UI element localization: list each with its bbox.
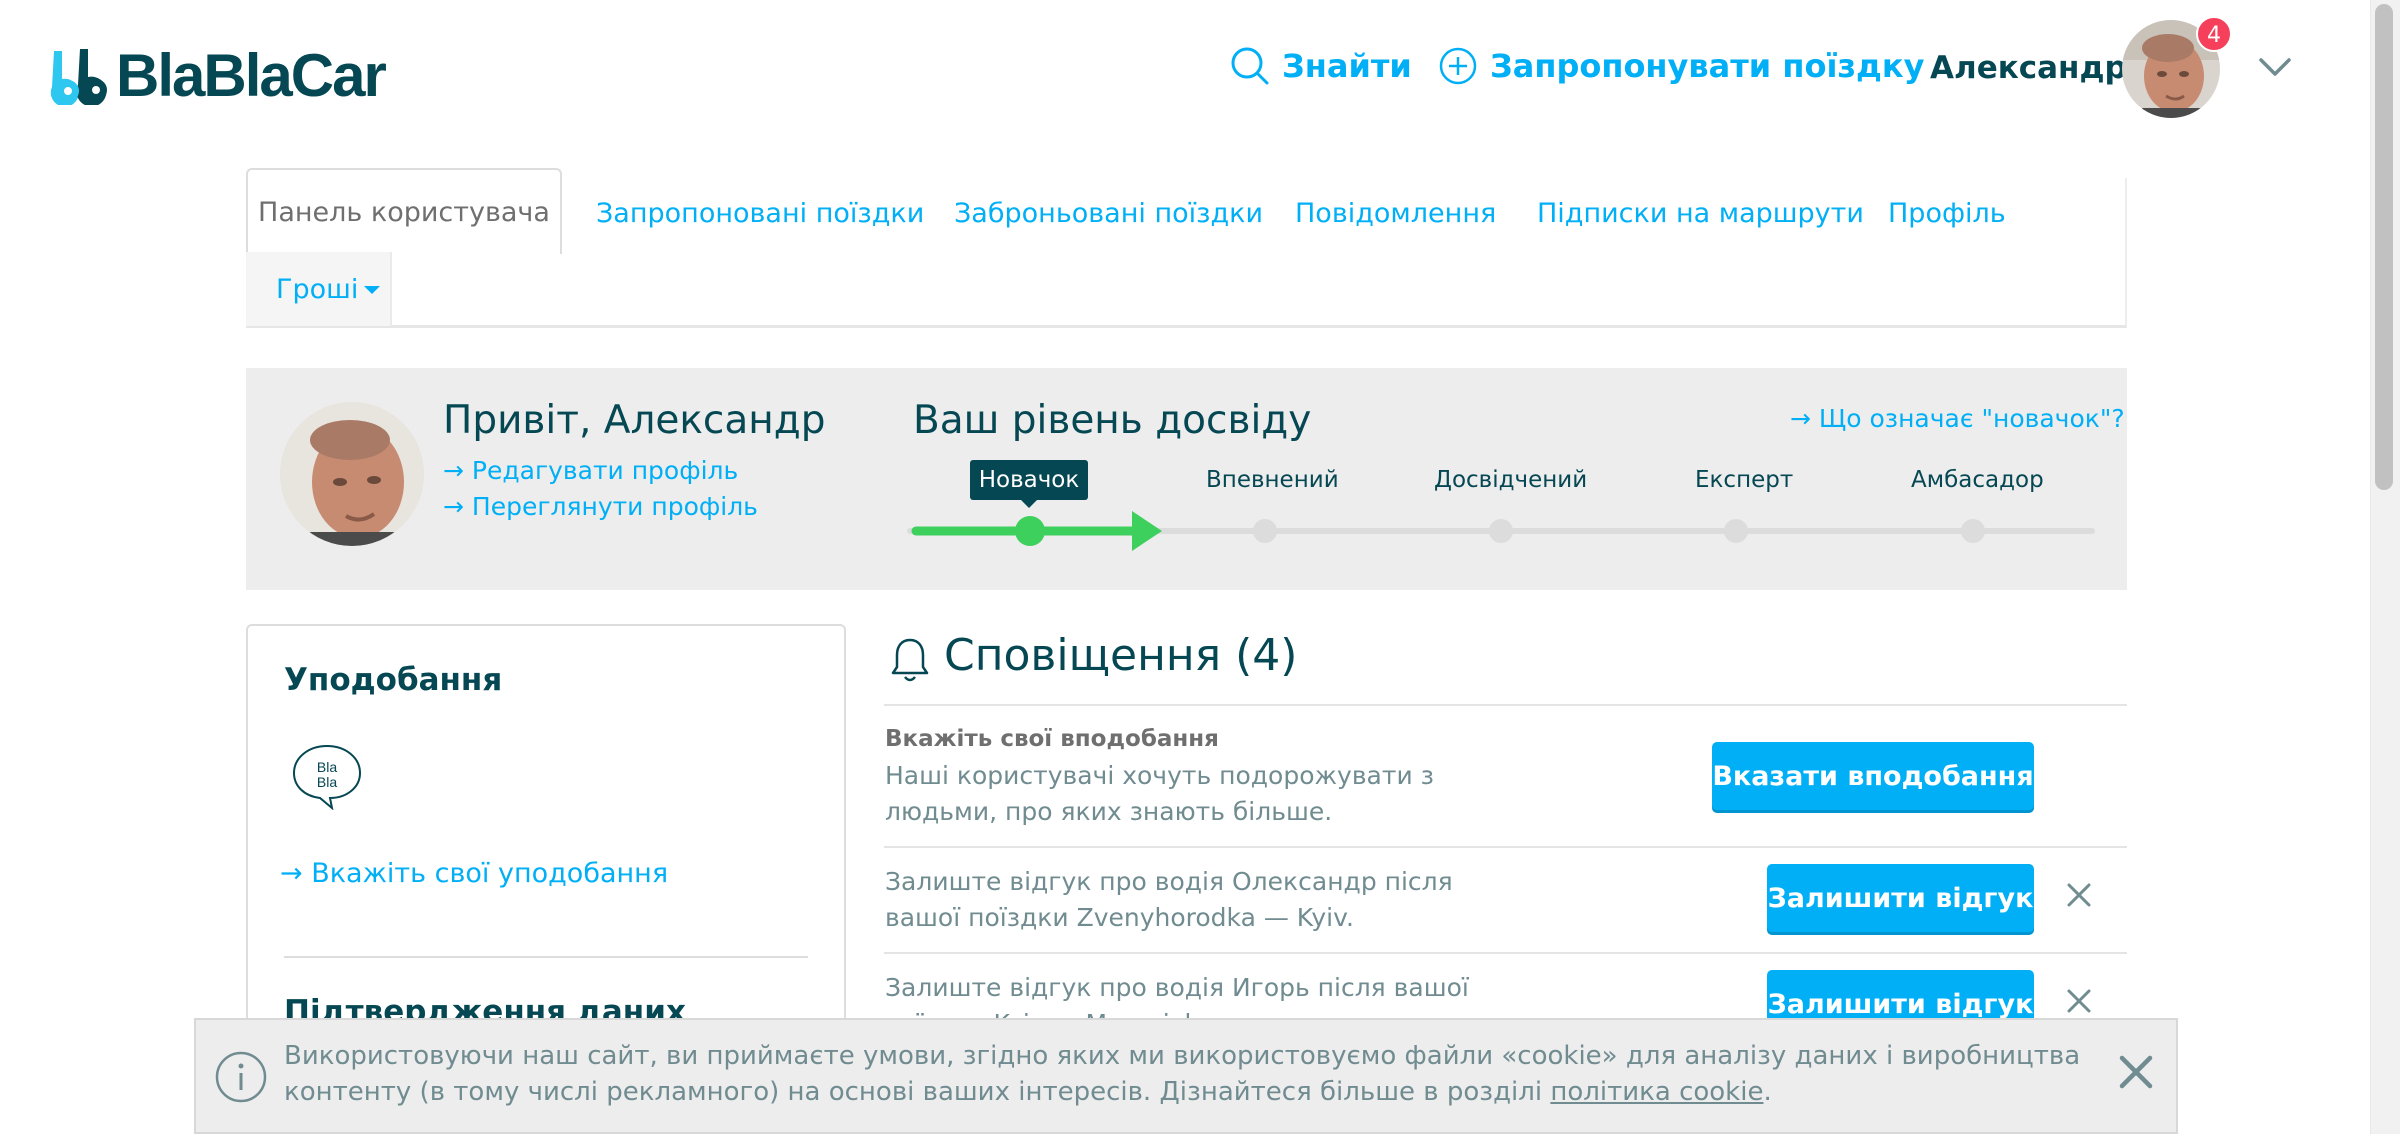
notification-text: Наші користувачі хочуть подорожувати з л… [885, 761, 1434, 826]
plus-circle-icon [1439, 47, 1477, 85]
cookie-message: Використовуючи наш сайт, ви приймаєте ум… [284, 1041, 2081, 1107]
logo-text: BlaBlaCar [116, 42, 387, 109]
user-name[interactable]: Александр [1930, 50, 2127, 86]
notifications-divider [884, 704, 2127, 706]
logo-mark-icon [50, 49, 107, 105]
edit-profile-link[interactable]: → Редагувати профіль [443, 456, 738, 485]
profile-photo [280, 402, 424, 546]
search-icon [1231, 47, 1269, 85]
info-icon [215, 1051, 267, 1103]
chevron-down-icon[interactable] [2258, 56, 2292, 78]
chat-bubble-icon: Bla Bla [292, 744, 362, 810]
experience-title: Ваш рівень досвіду [913, 398, 1312, 443]
level-label-expert: Експерт [1695, 467, 1794, 493]
level-label-confident: Впевнений [1206, 467, 1339, 493]
offer-ride-link[interactable]: Запропонувати поїздку [1438, 46, 1924, 86]
profile-avatar[interactable] [280, 402, 424, 546]
find-label: Знайти [1282, 47, 1412, 85]
set-preferences-button[interactable]: Вказати вподобання [1712, 742, 2034, 810]
tab-offered-rides[interactable]: Запропоновані поїздки [596, 198, 924, 229]
close-icon[interactable] [2118, 1054, 2154, 1090]
set-preferences-link[interactable]: → Вкажіть свої уподобання [280, 858, 668, 889]
experience-progress-track [907, 511, 2095, 551]
cookie-text: Використовуючи наш сайт, ви приймаєте ум… [284, 1038, 2084, 1110]
cookie-suffix: . [1763, 1077, 1772, 1107]
tab-money[interactable]: Гроші [246, 252, 392, 326]
notifications-title: Сповіщення (4) [944, 630, 1298, 681]
preferences-title: Уподобання [284, 662, 503, 698]
blablacar-logo[interactable]: BlaBlaCar [46, 36, 387, 116]
svg-text:Bla: Bla [317, 759, 337, 775]
tab-messages[interactable]: Повідомлення [1295, 198, 1496, 229]
tab-profile[interactable]: Профіль [1888, 198, 2006, 229]
dismiss-icon[interactable] [2066, 882, 2092, 908]
level-label-experienced: Досвідчений [1434, 467, 1588, 493]
dismiss-icon[interactable] [2066, 988, 2092, 1014]
notification-divider [884, 846, 2127, 848]
cookie-policy-link[interactable]: політика cookie [1550, 1077, 1763, 1107]
notification-divider [884, 952, 2127, 954]
novice-meaning-link[interactable]: → Що означає "новачок"? [1790, 404, 2125, 433]
notification-heading: Вкажіть свої вподобання [885, 726, 1219, 752]
level-label-ambassador: Амбасадор [1911, 467, 2044, 493]
tab-booked-rides[interactable]: Заброньовані поїздки [954, 198, 1263, 229]
scrollbar-thumb[interactable] [2375, 4, 2393, 490]
caret-down-icon [364, 286, 381, 294]
svg-text:Bla: Bla [317, 774, 337, 790]
tab-money-label: Гроші [276, 273, 359, 305]
card-divider [284, 956, 808, 958]
tab-route-subscriptions[interactable]: Підписки на маршрути [1537, 198, 1864, 229]
offer-ride-label: Запропонувати поїздку [1490, 47, 1925, 85]
notification-badge: 4 [2196, 16, 2232, 52]
leave-review-button[interactable]: Залишити відгук [1767, 864, 2034, 932]
bell-icon [891, 638, 929, 682]
notification-text: Залиште відгук про водія Олександр після… [885, 867, 1453, 932]
view-profile-link[interactable]: → Переглянути профіль [443, 492, 758, 521]
current-level-tag: Новачок [970, 460, 1088, 508]
find-link[interactable]: Знайти [1230, 46, 1412, 86]
greeting: Привіт, Александр [443, 398, 826, 443]
tab-dashboard[interactable]: Панель користувача [246, 168, 562, 254]
